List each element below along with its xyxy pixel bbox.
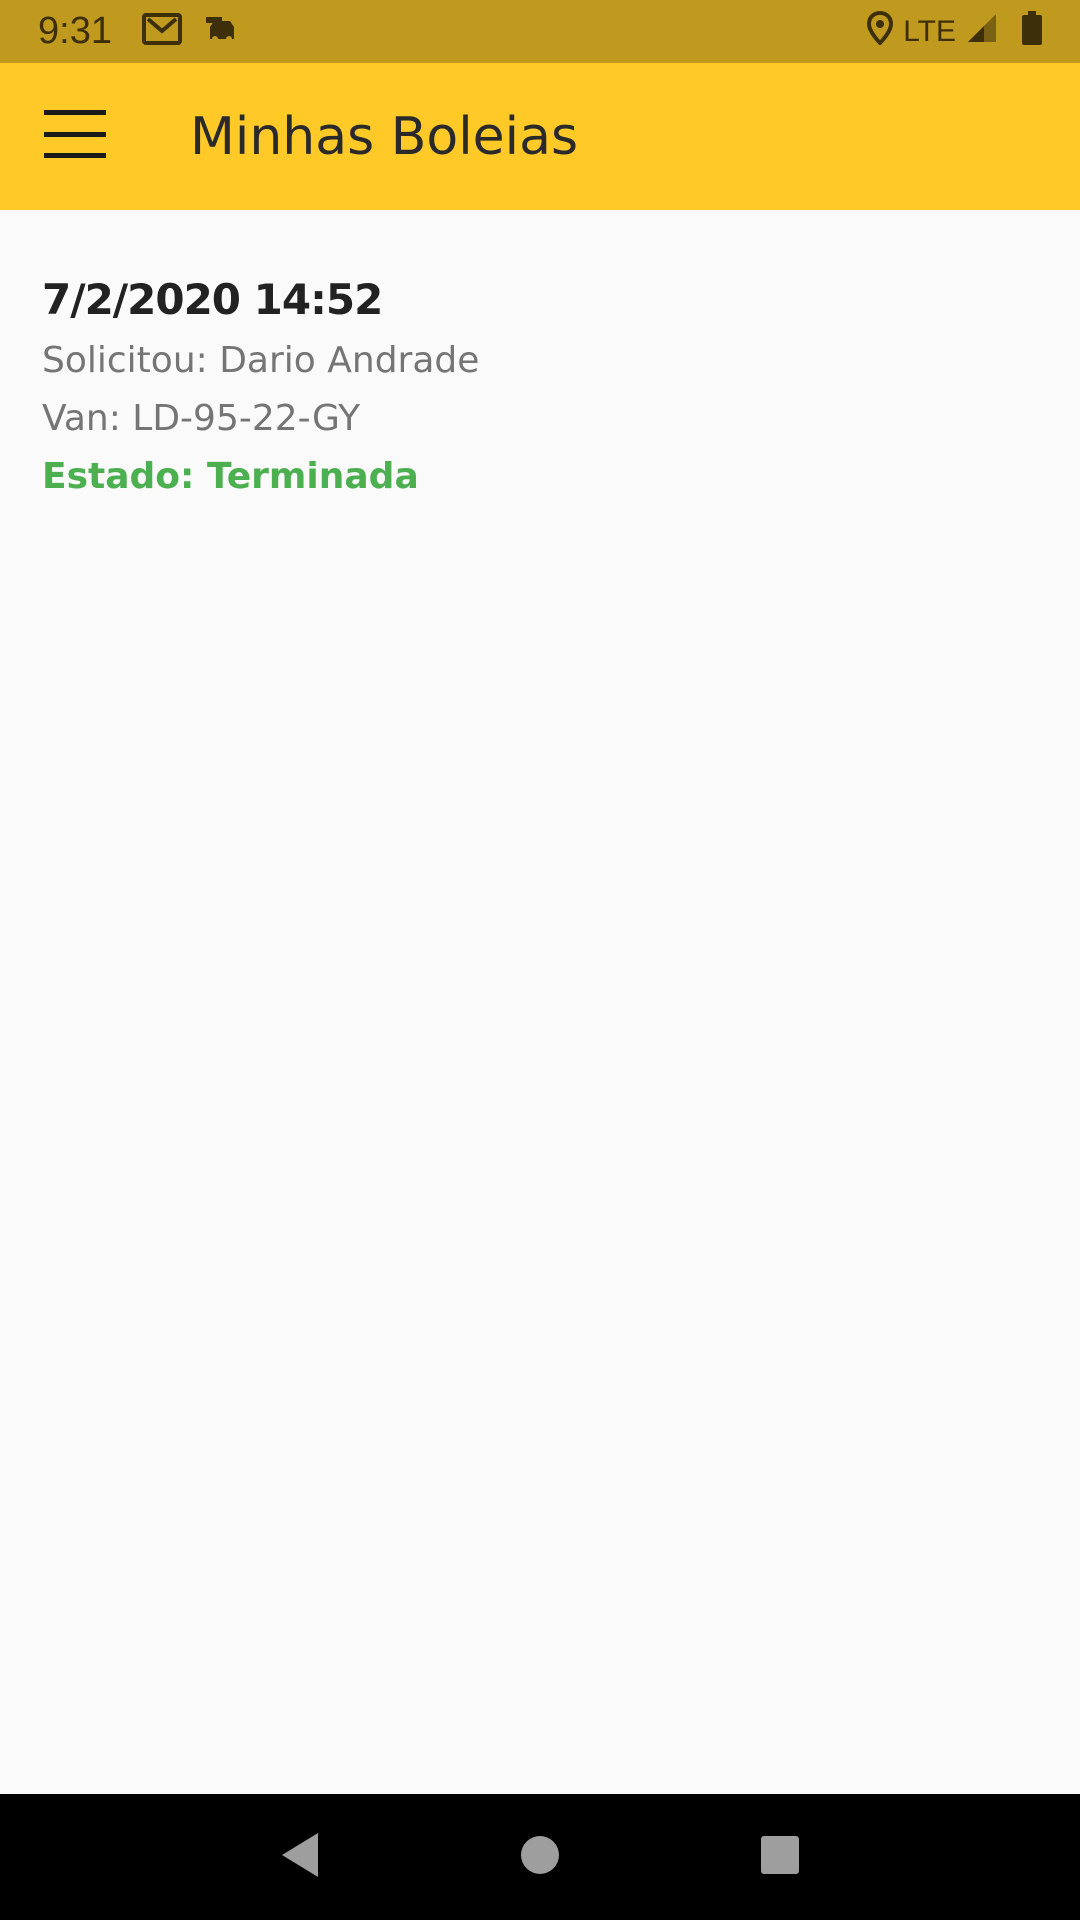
ride-status: Estado: Terminada <box>42 456 419 497</box>
home-button[interactable] <box>490 1807 590 1907</box>
ride-requested-by: Solicitou: Dario Andrade <box>42 340 480 381</box>
car-icon <box>202 13 238 50</box>
ride-van: Van: LD-95-22-GY <box>42 398 361 439</box>
signal-icon <box>966 12 998 52</box>
status-bar: 9:31 LTE <box>0 0 1080 63</box>
status-time: 9:31 <box>38 10 112 52</box>
home-icon <box>520 1835 560 1880</box>
app-bar: Minhas Boleias <box>0 63 1080 210</box>
back-icon <box>278 1831 322 1884</box>
battery-icon <box>1022 10 1042 53</box>
navigation-bar <box>0 1794 1080 1920</box>
rides-list: 7/2/2020 14:52 Solicitou: Dario Andrade … <box>0 210 1080 1794</box>
location-icon <box>867 10 894 53</box>
gmail-icon <box>141 13 182 50</box>
back-button[interactable] <box>250 1807 350 1907</box>
page-title: Minhas Boleias <box>190 106 579 167</box>
menu-button[interactable] <box>20 82 130 192</box>
recents-button[interactable] <box>730 1807 830 1907</box>
recents-icon <box>760 1835 800 1880</box>
ride-datetime: 7/2/2020 14:52 <box>42 275 383 324</box>
hamburger-menu-icon <box>44 110 106 163</box>
network-label: LTE <box>903 14 956 48</box>
ride-list-item[interactable]: 7/2/2020 14:52 Solicitou: Dario Andrade … <box>0 268 1080 506</box>
